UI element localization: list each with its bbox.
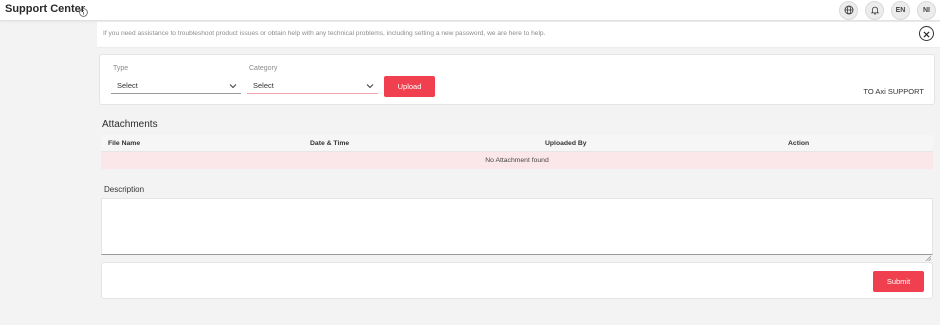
header-actions: EN NI	[839, 1, 936, 20]
column-header: File Name	[108, 140, 141, 147]
type-select[interactable]: Select	[111, 77, 241, 94]
submit-button[interactable]: Submit	[873, 271, 924, 292]
notifications-button[interactable]	[865, 1, 884, 20]
user-avatar[interactable]: NI	[917, 1, 936, 20]
info-circle-icon[interactable]	[79, 4, 88, 17]
ticket-form-card: Type Select Category Select Upload TO Ax…	[99, 54, 935, 105]
column-header: Action	[788, 140, 810, 147]
attachments-title: Attachments	[102, 119, 158, 130]
upload-button[interactable]: Upload	[384, 76, 435, 97]
column-header: Uploaded By	[545, 140, 587, 147]
table-header: File Name Date & Time Uploaded By Action	[101, 135, 933, 152]
help-notice: If you need assistance to troubleshoot p…	[97, 22, 940, 48]
category-select-value: Select	[253, 80, 274, 90]
attachments-table: File Name Date & Time Uploaded By Action…	[101, 135, 933, 170]
description-label: Description	[104, 185, 145, 194]
top-bar: Support Center EN NI	[0, 0, 940, 21]
column-header: Date & Time	[310, 140, 350, 147]
empty-row: No Attachment found	[101, 152, 933, 169]
chevron-down-icon	[366, 82, 374, 89]
close-icon	[923, 25, 930, 43]
type-select-value: Select	[117, 80, 138, 90]
chevron-down-icon	[229, 82, 237, 89]
globe-button[interactable]	[839, 1, 858, 20]
language-button[interactable]: EN	[891, 1, 910, 20]
close-button[interactable]	[919, 26, 934, 41]
page-title: Support Center	[5, 3, 86, 15]
form-footer: Submit	[101, 262, 933, 299]
category-select[interactable]: Select	[247, 77, 378, 94]
notice-text: If you need assistance to troubleshoot p…	[103, 30, 546, 37]
description-field[interactable]	[101, 198, 933, 255]
globe-icon	[844, 5, 854, 17]
category-label: Category	[249, 65, 278, 72]
resize-handle-icon[interactable]	[925, 248, 932, 262]
support-recipient: TO Axi SUPPORT	[863, 87, 924, 96]
type-label: Type	[113, 65, 129, 72]
bell-icon	[870, 5, 880, 17]
